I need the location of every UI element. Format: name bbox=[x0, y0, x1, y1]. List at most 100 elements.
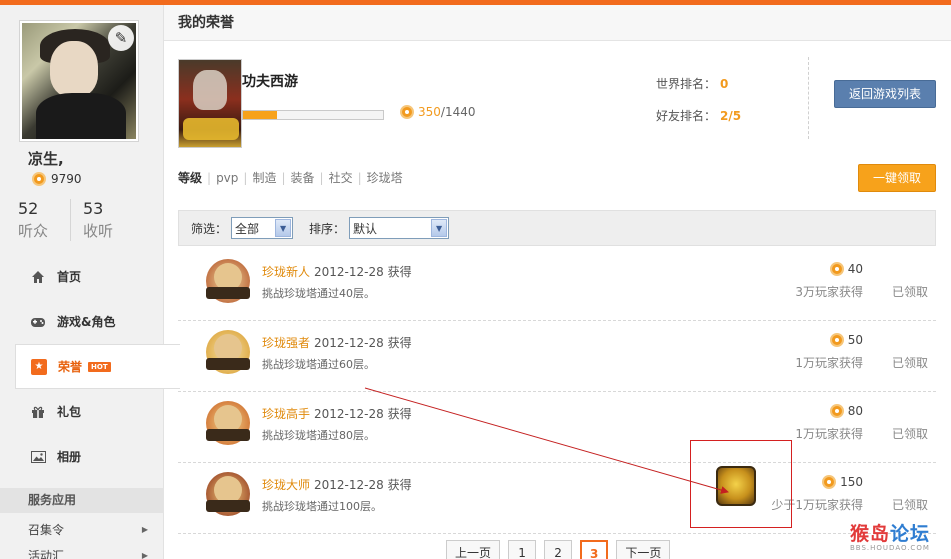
friend-rank-label: 好友排名： bbox=[656, 109, 717, 123]
progress-value: 350/1440 bbox=[400, 105, 476, 119]
sidebar-item-album[interactable]: 相册 bbox=[0, 434, 164, 479]
honor-badge-icon bbox=[206, 259, 250, 303]
sidebar-sub-item-rally[interactable]: 召集令 ▶ bbox=[28, 519, 148, 539]
following-stat[interactable]: 53 收听 bbox=[70, 199, 138, 241]
back-to-game-list-button[interactable]: 返回游戏列表 bbox=[834, 80, 936, 108]
coin-icon bbox=[822, 475, 837, 489]
tab-social[interactable]: 社交 bbox=[326, 169, 356, 186]
page-button-2[interactable]: 2 bbox=[544, 540, 573, 559]
services-section-title: 服务应用 bbox=[0, 488, 164, 513]
honor-points: 150 bbox=[822, 475, 863, 489]
sidebar-nav: 首页 游戏&角色 ★ 荣誉 HOT 礼包 相册 bbox=[0, 254, 180, 479]
following-count: 53 bbox=[83, 199, 104, 218]
world-rank: 世界排名： 0 bbox=[656, 75, 728, 92]
followers-stat[interactable]: 52 听众 bbox=[18, 199, 70, 241]
honor-date: 2012-12-28 获得 bbox=[314, 478, 412, 492]
sidebar: ✎ 凉生, 9790 52 听众 53 收听 首页 游戏&角色 ★ 荣誉 HOT… bbox=[0, 5, 180, 559]
tab-tower[interactable]: 珍珑塔 bbox=[364, 169, 406, 186]
honor-description: 挑战珍珑塔通过100层。 bbox=[262, 500, 382, 513]
chevron-right-icon: ▶ bbox=[141, 524, 148, 534]
sidebar-item-label: 荣誉 bbox=[58, 360, 83, 374]
category-tabs: 等级 | pvp | 制造 | 装备 | 社交 | 珍珑塔 bbox=[178, 169, 406, 186]
sidebar-item-label: 首页 bbox=[57, 270, 82, 284]
list-item: 珍珑大师 2012-12-28 获得 挑战珍珑塔通过100层。 150 少于1万玩… bbox=[178, 463, 936, 534]
honor-badge-icon bbox=[206, 472, 250, 516]
enlarged-badge-icon bbox=[716, 466, 756, 506]
honor-name: 珍珑大师 bbox=[262, 478, 311, 492]
honor-status: 已领取 bbox=[891, 356, 928, 370]
filter-value: 全部 bbox=[235, 221, 260, 236]
divider bbox=[808, 57, 809, 139]
sort-select[interactable]: 默认 ▼ bbox=[349, 217, 450, 239]
tab-pvp[interactable]: pvp bbox=[213, 171, 241, 185]
star-icon: ★ bbox=[31, 358, 47, 375]
honor-status: 已领取 bbox=[891, 498, 928, 512]
page-button-1[interactable]: 1 bbox=[508, 540, 537, 559]
sidebar-item-games[interactable]: 游戏&角色 bbox=[0, 299, 164, 344]
world-rank-value: 0 bbox=[720, 77, 729, 91]
follow-stats: 52 听众 53 收听 bbox=[18, 199, 138, 241]
coin-icon bbox=[400, 105, 414, 119]
sidebar-item-gifts[interactable]: 礼包 bbox=[0, 389, 164, 434]
honor-date: 2012-12-28 获得 bbox=[314, 336, 412, 350]
avatar[interactable]: ✎ bbox=[19, 20, 139, 142]
sort-value: 默认 bbox=[353, 221, 378, 236]
coin-value: 9790 bbox=[51, 172, 82, 186]
pagination: 上一页 1 2 3 下一页 bbox=[446, 540, 671, 559]
points-value: 50 bbox=[847, 333, 863, 347]
hot-badge: HOT bbox=[88, 361, 111, 372]
claim-all-button[interactable]: 一键领取 bbox=[858, 164, 936, 192]
home-icon bbox=[30, 269, 46, 285]
main-content: 我的荣誉 功夫西游 350/1440 世界排名： 0 好友排名： 2/5 返回游戏列… bbox=[164, 5, 951, 559]
honor-status: 已领取 bbox=[891, 427, 928, 441]
sidebar-sub-item-events[interactable]: 活动汇 ▶ bbox=[28, 545, 148, 559]
sub-item-label: 召集令 bbox=[28, 522, 65, 537]
coin-icon bbox=[829, 333, 844, 347]
next-page-button[interactable]: 下一页 bbox=[616, 540, 671, 559]
points-value: 40 bbox=[847, 262, 863, 276]
followers-count: 52 bbox=[18, 199, 39, 218]
edit-pencil-icon[interactable]: ✎ bbox=[108, 25, 134, 51]
progress-fill bbox=[243, 111, 278, 119]
honor-name: 珍珑高手 bbox=[262, 407, 311, 421]
progress-total: /1440 bbox=[440, 105, 476, 119]
honor-points: 40 bbox=[829, 262, 863, 276]
honor-description: 挑战珍珑塔通过40层。 bbox=[262, 287, 375, 300]
page-button-3[interactable]: 3 bbox=[580, 540, 609, 559]
sidebar-item-home[interactable]: 首页 bbox=[0, 254, 164, 299]
filter-bar: 筛选： 全部 ▼ 排序： 默认 ▼ bbox=[178, 210, 936, 246]
list-item: 珍珑高手 2012-12-28 获得 挑战珍珑塔通过80层。 80 1万玩家获得 … bbox=[178, 392, 936, 463]
world-rank-label: 世界排名： bbox=[656, 77, 717, 91]
filter-label: 筛选： bbox=[191, 221, 228, 236]
points-value: 80 bbox=[847, 404, 863, 418]
honor-date: 2012-12-28 获得 bbox=[314, 265, 412, 279]
honor-badge-icon bbox=[206, 401, 250, 445]
tab-crafting[interactable]: 制造 bbox=[249, 169, 279, 186]
page-title: 我的荣誉 bbox=[164, 5, 951, 41]
honor-description: 挑战珍珑塔通过80层。 bbox=[262, 429, 375, 442]
followers-label: 听众 bbox=[18, 222, 49, 240]
chevron-down-icon: ▼ bbox=[431, 219, 448, 237]
sidebar-item-honor[interactable]: ★ 荣誉 HOT bbox=[15, 344, 180, 389]
honor-name: 珍珑新人 bbox=[262, 265, 311, 279]
sub-item-label: 活动汇 bbox=[28, 548, 65, 559]
honor-points: 50 bbox=[829, 333, 863, 347]
friend-rank: 好友排名： 2/5 bbox=[656, 107, 741, 124]
coin-balance: 9790 bbox=[32, 172, 82, 186]
sidebar-item-label: 礼包 bbox=[57, 405, 82, 419]
prev-page-button[interactable]: 上一页 bbox=[446, 540, 501, 559]
photo-icon bbox=[30, 449, 46, 465]
honor-player-count: 1万玩家获得 bbox=[795, 356, 863, 370]
username: 凉生, bbox=[28, 150, 64, 168]
honor-status: 已领取 bbox=[891, 285, 928, 299]
gamepad-icon bbox=[30, 314, 46, 330]
tab-equipment[interactable]: 装备 bbox=[288, 169, 318, 186]
game-title: 功夫西游 bbox=[242, 74, 298, 90]
coin-icon bbox=[829, 262, 844, 276]
honor-progress-bar bbox=[242, 110, 384, 120]
game-cover-image[interactable] bbox=[178, 59, 242, 148]
sidebar-item-label: 游戏&角色 bbox=[57, 315, 116, 329]
filter-select[interactable]: 全部 ▼ bbox=[231, 217, 294, 239]
list-item: 珍珑强者 2012-12-28 获得 挑战珍珑塔通过60层。 50 1万玩家获得 … bbox=[178, 321, 936, 392]
tab-level[interactable]: 等级 bbox=[178, 169, 205, 186]
